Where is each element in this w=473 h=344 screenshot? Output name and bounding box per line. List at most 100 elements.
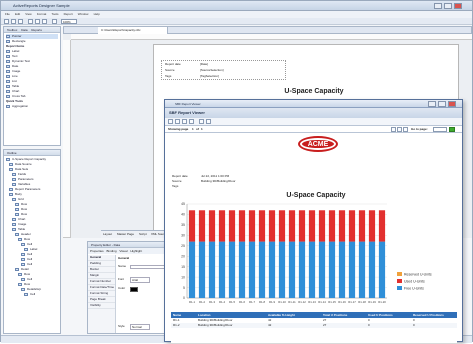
bar-segment [318,210,326,242]
property-groups: General Padding Border Margin Format Num… [88,255,116,333]
viewer-header: SBF Report Viewer [165,108,462,118]
prev-page-icon[interactable] [175,119,180,124]
tab-toolbox[interactable]: Toolbox [7,28,17,32]
outline-node-icon [12,227,16,231]
bar-segment [308,210,316,242]
viewer-minimize-button[interactable] [428,101,436,107]
x-tick-label: R1-19 [368,300,376,304]
bar-segment [228,241,236,298]
outline-item-label: Row [24,282,31,286]
nav-first-icon[interactable] [391,127,396,132]
report-viewer-window: SBF Report Viewer SBF Report Viewer Show… [164,99,463,343]
outline-node-icon [9,192,13,196]
pointer-icon [6,34,10,38]
close-button[interactable] [454,3,462,9]
maximize-button[interactable] [444,3,452,9]
goto-page-input[interactable] [433,127,447,132]
print-icon[interactable] [199,119,204,124]
outline-panel: Outline U-Space Report Capacity Data Sour… [3,149,61,334]
page-current: 1 [192,127,194,131]
copy-icon[interactable] [35,19,40,24]
menu-tools[interactable]: Tools [51,11,58,18]
zoom-select[interactable]: 100% [61,19,77,24]
prop-font-select[interactable]: Arial [130,277,150,283]
paste-icon[interactable] [42,19,47,24]
x-tick-label: R1-16 [338,300,346,304]
prop-group-visibility[interactable]: Visibility [88,303,115,309]
nav-next-icon[interactable] [403,127,408,132]
last-page-icon[interactable] [189,119,194,124]
save-icon[interactable] [18,19,23,24]
outline-node-icon [9,187,13,191]
prop-style-select[interactable]: Normal [130,324,150,330]
page-status-label: Showing page [168,127,189,131]
y-tick-label: 0 [183,296,185,300]
y-tick-label: 45 [181,202,185,206]
prop-font-label: Font [118,277,125,281]
design-report-date-label: Report date [165,62,181,66]
new-icon[interactable] [4,19,9,24]
tab-master-page[interactable]: Master Page [117,231,134,238]
design-params-box[interactable]: Report date [Date] Source [SourceSelecti… [161,60,286,80]
bar-segment [308,241,316,298]
outline-item-label: Cell [27,242,33,246]
bar-segment [238,241,246,298]
bar-segment [258,241,266,298]
goto-label: Go to page: [411,127,428,131]
tab-binding[interactable]: Binding [107,249,117,253]
menu-edit[interactable]: Edit [15,11,20,18]
minimize-button[interactable] [434,3,442,9]
outline-item-label: Body [15,192,22,196]
viewer-page-nav: Showing page 1 of 1 Go to page: [165,126,462,133]
x-tick-label: R1-11 [288,300,296,304]
menu-format[interactable]: Format [37,11,47,18]
property-editor: Property Editor - Data Properties Bindin… [87,241,169,334]
source-value: Building 3D/Building/Floor [201,179,236,183]
table-cell: 0 [413,323,415,327]
outline-node-icon [15,212,19,216]
design-tags-label: Tags [165,74,172,78]
design-report-date-value: [Date] [200,62,209,66]
legend-label: Free U-Units [404,286,424,290]
cross-tab-icon [6,94,10,98]
menu-window[interactable]: Window [78,11,89,18]
first-page-icon[interactable] [168,119,173,124]
cut-icon[interactable] [28,19,33,24]
outline-item-label: Detail [21,267,29,271]
tab-data[interactable]: Data [21,28,27,32]
tab-visual[interactable]: Visual [119,249,127,253]
menu-file[interactable]: File [5,11,10,18]
bar-segment [328,241,336,298]
table-icon [6,84,10,88]
viewer-close-button[interactable] [448,101,456,107]
menu-report[interactable]: Report [64,11,73,18]
next-page-icon[interactable] [182,119,187,124]
undo-icon[interactable] [52,19,57,24]
outline-node-icon [12,172,16,176]
nav-prev-icon[interactable] [397,127,402,132]
goto-page-button[interactable] [449,127,455,132]
tab-reports[interactable]: Reports [31,28,42,32]
tab-document[interactable]: C:\Users\Report\Capacity.rdlx [98,27,168,34]
outline-item-label: Data Sets [15,167,29,171]
capacity-chart: 051015202530354045R1-1 R1-2 R1-3 R1-4 R1-5 R1… [181,202,432,304]
toolbox-item[interactable]: Aggregation [6,104,58,109]
tab-layout[interactable]: Layout [103,231,112,238]
tab-script[interactable]: Script [139,231,147,238]
table-cell: 0 [368,323,370,327]
outline-item-label: Row [21,207,28,211]
bar-segment [268,210,276,242]
tab-highlight[interactable]: Highlight [130,249,142,253]
prop-color-swatch[interactable] [130,287,138,292]
menu-help[interactable]: Help [94,11,100,18]
viewer-maximize-button[interactable] [438,101,446,107]
y-tick-label: 20 [181,254,185,258]
outline-item[interactable]: Cell [6,292,58,297]
tab-properties[interactable]: Properties [90,249,104,253]
prop-color-label: Color [118,286,126,290]
title-bar: ActiveReports Designer Sample [1,1,472,11]
export-icon[interactable] [206,119,211,124]
menu-view[interactable]: View [25,11,31,18]
open-icon[interactable] [11,19,16,24]
prop-name-input[interactable] [130,265,166,269]
